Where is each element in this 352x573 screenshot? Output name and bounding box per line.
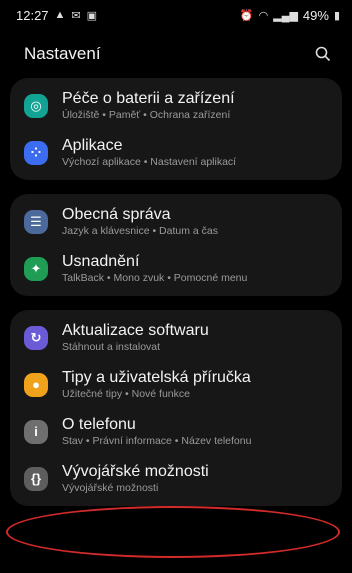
settings-item-device-care[interactable]: ◎ Péče o baterii a zařízení Úložiště • P…	[10, 82, 342, 129]
search-icon	[315, 46, 331, 62]
settings-item-general-management[interactable]: ☰ Obecná správa Jazyk a klávesnice • Dat…	[10, 198, 342, 245]
item-subtitle: Užitečné tipy • Nové funkce	[62, 388, 190, 400]
status-bar: 12:27 ▲ ✉ ▣ ⏰ ◠ ▂▄▆ 49% ▮	[0, 0, 352, 30]
status-right: ⏰ ◠ ▂▄▆ 49% ▮	[240, 8, 340, 23]
settings-item-developer-options[interactable]: {} Vývojářské možnosti Vývojářské možnos…	[10, 455, 342, 502]
item-subtitle: Stáhnout a instalovat	[62, 341, 161, 353]
item-title: Obecná správa	[62, 206, 171, 223]
item-title: Péče o baterii a zařízení	[62, 90, 235, 107]
general-management-icon: ☰	[24, 209, 48, 234]
item-title: Tipy a uživatelská příručka	[62, 369, 251, 386]
about-phone-icon: i	[24, 419, 48, 444]
alarm-icon: ⏰	[239, 9, 254, 22]
alert-icon: ▲	[54, 9, 66, 21]
item-title: Vývojářské možnosti	[62, 463, 209, 480]
mail-icon: ✉	[71, 9, 81, 22]
highlight-ellipse	[6, 506, 340, 558]
item-subtitle: Úložiště • Paměť • Ochrana zařízení	[62, 109, 231, 121]
settings-group-3: ↻ Aktualizace softwaru Stáhnout a instal…	[10, 310, 342, 506]
battery-percent: 49%	[302, 7, 329, 23]
item-subtitle: Stav • Právní informace • Název telefonu	[62, 435, 252, 447]
settings-item-apps[interactable]: ⁘ Aplikace Výchozí aplikace • Nastavení …	[10, 129, 342, 176]
item-title: Aktualizace softwaru	[62, 322, 209, 339]
nav-bar	[0, 567, 352, 573]
wifi-icon: ◠	[258, 9, 269, 22]
settings-item-software-update[interactable]: ↻ Aktualizace softwaru Stáhnout a instal…	[10, 314, 342, 361]
tips-icon: ●	[24, 372, 48, 397]
page-title: Nastavení	[24, 44, 101, 63]
status-time: 12:27	[16, 7, 49, 23]
battery-icon: ▮	[333, 9, 340, 22]
item-subtitle: Vývojářské možnosti	[62, 482, 159, 494]
settings-group-2: ☰ Obecná správa Jazyk a klávesnice • Dat…	[10, 194, 342, 296]
item-title: Usnadnění	[62, 253, 140, 270]
settings-list: ◎ Péče o baterii a zařízení Úložiště • P…	[0, 78, 352, 506]
settings-item-tips[interactable]: ● Tipy a uživatelská příručka Užitečné t…	[10, 361, 342, 408]
accessibility-icon: ✦	[24, 256, 48, 281]
device-care-icon: ◎	[24, 93, 48, 118]
software-update-icon: ↻	[24, 325, 48, 350]
item-subtitle: TalkBack • Mono zvuk • Pomocné menu	[62, 272, 248, 284]
item-title: O telefonu	[62, 416, 136, 433]
settings-item-accessibility[interactable]: ✦ Usnadnění TalkBack • Mono zvuk • Pomoc…	[10, 245, 342, 292]
item-subtitle: Jazyk a klávesnice • Datum a čas	[62, 225, 218, 237]
status-left: 12:27 ▲ ✉ ▣	[16, 8, 97, 23]
signal-icon: ▂▄▆	[273, 9, 298, 22]
item-subtitle: Výchozí aplikace • Nastavení aplikací	[62, 156, 237, 168]
settings-group-1: ◎ Péče o baterii a zařízení Úložiště • P…	[10, 78, 342, 180]
app-bar: Nastavení	[0, 30, 352, 78]
apps-icon: ⁘	[24, 140, 48, 165]
calendar-icon: ▣	[86, 9, 98, 22]
search-button[interactable]	[310, 41, 336, 67]
item-title: Aplikace	[62, 137, 123, 154]
developer-options-icon: {}	[24, 466, 48, 491]
settings-item-about-phone[interactable]: i O telefonu Stav • Právní informace • N…	[10, 408, 342, 455]
